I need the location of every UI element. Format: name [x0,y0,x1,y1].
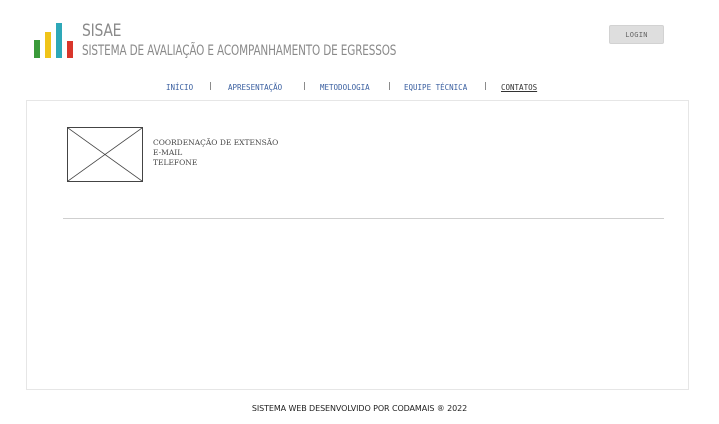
contact-info: COORDENAÇÃO DE EXTENSÃO E-MAIL TELEFONE [153,138,278,168]
nav-item-metodologia[interactable]: METODOLOGIA [320,83,370,92]
footer-text: SISTEMA WEB DESENVOLVIDO POR CODAMAIS ® … [251,404,468,413]
nav-item-inicio[interactable]: INÍCIO [166,83,193,92]
logo-bar-green [34,40,40,58]
nav-separator: | [483,81,488,90]
nav-separator: | [208,81,213,90]
main-nav: INÍCIO | APRESENTAÇÃO | METODOLOGIA | EQ… [0,81,719,95]
logo-bar-red [67,41,73,58]
logo-bars [34,23,74,58]
contact-coordenacao: COORDENAÇÃO DE EXTENSÃO [153,138,279,147]
image-placeholder-icon [67,127,143,182]
nav-separator: | [302,81,307,90]
brand-full-name: SISTEMA DE AVALIAÇÃO E ACOMPANHAMENTO DE… [82,43,397,59]
nav-item-equipe-tecnica[interactable]: EQUIPE TÉCNICA [404,83,467,92]
logo-bar-yellow [45,32,51,58]
nav-item-contatos[interactable]: CONTATOS [501,83,537,92]
image-placeholder-cross [68,128,142,181]
nav-separator: | [387,81,392,90]
nav-item-apresentacao[interactable]: APRESENTAÇÃO [228,83,282,92]
brand-short-name: SISAE [82,21,122,41]
logo-bar-teal [56,23,62,58]
login-button[interactable]: LOGIN [609,25,664,44]
contact-email: E-MAIL [153,148,183,157]
contact-telefone: TELEFONE [153,158,198,167]
content-divider [63,218,664,219]
